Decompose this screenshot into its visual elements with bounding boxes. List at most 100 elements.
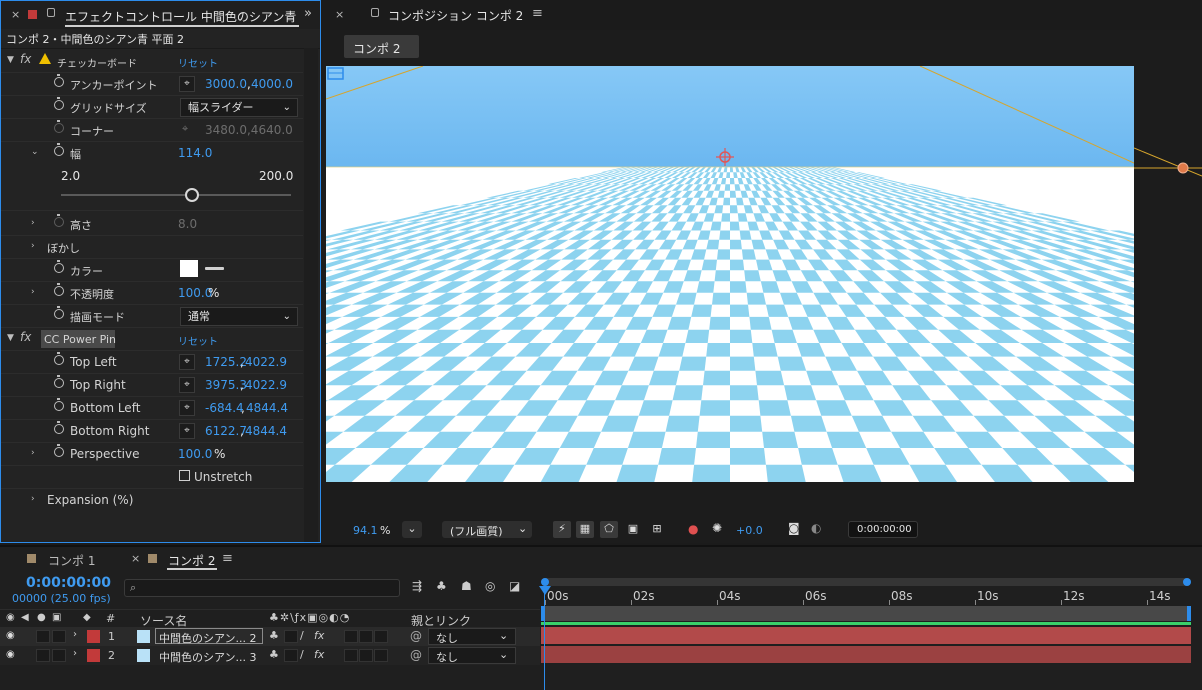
guides-icon[interactable]: ⊞ — [648, 521, 666, 538]
channel-icon[interactable]: ● — [688, 522, 698, 536]
anchor-y-value[interactable]: 4000.0 — [251, 77, 293, 91]
fx-icon[interactable]: fx — [20, 52, 31, 66]
motion-blur-icon[interactable]: ◪ — [509, 579, 520, 593]
visibility-icon[interactable]: ◉ — [6, 630, 15, 641]
shy-switch-icon[interactable]: ♣ — [269, 629, 279, 642]
comp-timecode-field[interactable]: 0:00:00:00 — [848, 521, 918, 538]
power-pin-handle[interactable] — [1177, 162, 1189, 174]
slider-thumb[interactable] — [185, 188, 200, 202]
lock-icon[interactable] — [47, 8, 55, 17]
lock-icon[interactable] — [371, 8, 379, 17]
stopwatch-icon[interactable] — [54, 74, 64, 87]
chevron-right-icon[interactable]: › — [31, 494, 35, 504]
width-value[interactable]: 114.0 — [178, 146, 212, 160]
bottom-right-y[interactable]: 4844.4 — [245, 424, 287, 438]
close-icon[interactable]: × — [11, 8, 20, 21]
perspective-value[interactable]: 100.0 — [178, 447, 212, 461]
color-swatch[interactable] — [180, 260, 198, 277]
solo-switch[interactable] — [36, 630, 50, 643]
effect-checkerboard-header[interactable]: ▼ fx チェッカーボード リセット — [1, 50, 303, 73]
quality-icon[interactable]: / — [300, 629, 304, 642]
parent-dropdown[interactable]: なし ⌄ — [428, 647, 516, 664]
stopwatch-icon[interactable] — [54, 97, 64, 110]
unstretch-checkbox[interactable] — [179, 470, 190, 481]
pickwhip-icon[interactable]: @ — [410, 629, 422, 643]
frame-blending-icon[interactable]: ◎ — [485, 579, 495, 593]
adjustment-switch[interactable] — [359, 630, 373, 643]
solo-icon[interactable]: ● — [37, 612, 46, 623]
chevron-down-icon[interactable]: ⌄ — [31, 147, 39, 157]
mask-path-icon[interactable]: ⬠ — [600, 521, 618, 538]
quality-icon[interactable]: / — [300, 648, 304, 661]
close-icon[interactable]: × — [335, 8, 344, 21]
shy-switch-icon[interactable]: ♣ — [269, 648, 279, 661]
effect-panel-scrollbar[interactable] — [304, 48, 318, 542]
close-icon[interactable]: × — [131, 552, 140, 565]
tab-comp1[interactable]: コンポ 1 — [48, 552, 95, 569]
fast-preview-icon[interactable]: ⚡ — [553, 521, 571, 538]
stopwatch-icon[interactable] — [54, 444, 64, 457]
lock-switch[interactable] — [52, 630, 66, 643]
transparency-grid-icon[interactable]: ▦ — [576, 521, 594, 538]
stopwatch-icon[interactable] — [54, 260, 64, 273]
current-timecode[interactable]: 0:00:00:00 — [26, 575, 111, 591]
effect-powerpin-header[interactable]: ▼ fx CC Power Pin リセット — [1, 328, 303, 351]
tab-comp2[interactable]: コンポ 2 — [168, 552, 215, 569]
adjustment-switch[interactable] — [359, 649, 373, 662]
crosshair-icon[interactable]: ⌖ — [179, 76, 195, 92]
menu-icon[interactable]: ≡ — [532, 6, 543, 21]
pickwhip-icon[interactable]: @ — [410, 648, 422, 662]
crosshair-icon[interactable]: ⌖ — [179, 423, 195, 439]
timeline-navigator[interactable] — [541, 578, 1191, 586]
work-area-bar[interactable] — [541, 606, 1191, 621]
stopwatch-icon[interactable] — [54, 398, 64, 411]
stopwatch-icon[interactable] — [54, 143, 64, 156]
grid-size-dropdown[interactable]: 幅スライダー ⌄ — [180, 98, 298, 117]
top-right-y[interactable]: 4022.9 — [245, 378, 287, 392]
layer-label-color[interactable] — [87, 630, 100, 643]
stopwatch-icon[interactable] — [54, 352, 64, 365]
zoom-value[interactable]: 94.1 — [353, 524, 378, 537]
eyedropper-icon[interactable] — [205, 267, 224, 270]
parent-dropdown[interactable]: なし ⌄ — [428, 628, 516, 645]
fx-icon[interactable]: fx — [20, 330, 31, 344]
3d-switch[interactable] — [374, 649, 388, 662]
navigator-start-handle[interactable] — [541, 578, 549, 586]
shy-layers-icon[interactable]: ☗ — [461, 579, 472, 593]
lock-icon[interactable]: ▣ — [52, 612, 61, 623]
motion-blur-switch[interactable] — [344, 630, 358, 643]
region-of-interest-icon[interactable]: ▣ — [624, 521, 642, 538]
fx-icon[interactable]: fx — [314, 629, 324, 642]
show-snapshot-icon[interactable]: ◐ — [811, 521, 821, 535]
top-left-y[interactable]: 4022.9 — [245, 355, 287, 369]
crosshair-icon[interactable]: ⌖ — [179, 377, 195, 393]
label-icon[interactable]: ◆ — [83, 612, 91, 623]
blend-mode-dropdown[interactable]: 通常 ⌄ — [180, 307, 298, 326]
chevron-right-icon[interactable]: › — [31, 241, 35, 251]
layer-label-color[interactable] — [87, 649, 100, 662]
comp-viewer[interactable] — [326, 66, 1134, 482]
layer-name[interactable]: 中間色のシアン... 2 — [159, 630, 257, 646]
layer-row[interactable]: ◉ › 2 中間色のシアン... 3 ♣ / fx @ なし ⌄ — [0, 646, 540, 665]
fx-icon[interactable]: fx — [314, 648, 324, 661]
layer-bar-1[interactable] — [541, 627, 1191, 644]
visibility-icon[interactable]: ◉ — [6, 649, 15, 660]
reset-link[interactable]: リセット — [178, 333, 218, 348]
anchor-x-value[interactable]: 3000.0 — [205, 77, 247, 91]
composition-flowchart-icon[interactable]: ⇶ — [412, 579, 422, 593]
overflow-icon[interactable]: » — [304, 6, 312, 21]
motion-blur-switch[interactable] — [344, 649, 358, 662]
chevron-right-icon[interactable]: › — [31, 448, 35, 458]
quality-switch[interactable] — [284, 649, 298, 662]
zoom-dropdown[interactable]: ⌄ — [402, 521, 422, 538]
stopwatch-icon[interactable] — [54, 306, 64, 319]
crosshair-icon[interactable]: ⌖ — [179, 354, 195, 370]
effect-panel-title[interactable]: エフェクトコントロール 中間色のシアン青 — [65, 8, 300, 25]
comp-title[interactable]: コンポジション コンポ 2 — [388, 7, 523, 24]
layer-search-input[interactable]: ⌕ — [124, 579, 400, 597]
bottom-left-y[interactable]: 4844.4 — [246, 401, 288, 415]
comp-breadcrumb[interactable]: コンポ 2 — [344, 35, 419, 58]
stopwatch-icon[interactable] — [54, 283, 64, 296]
navigator-end-handle[interactable] — [1183, 578, 1191, 586]
playhead-marker[interactable] — [539, 586, 551, 595]
